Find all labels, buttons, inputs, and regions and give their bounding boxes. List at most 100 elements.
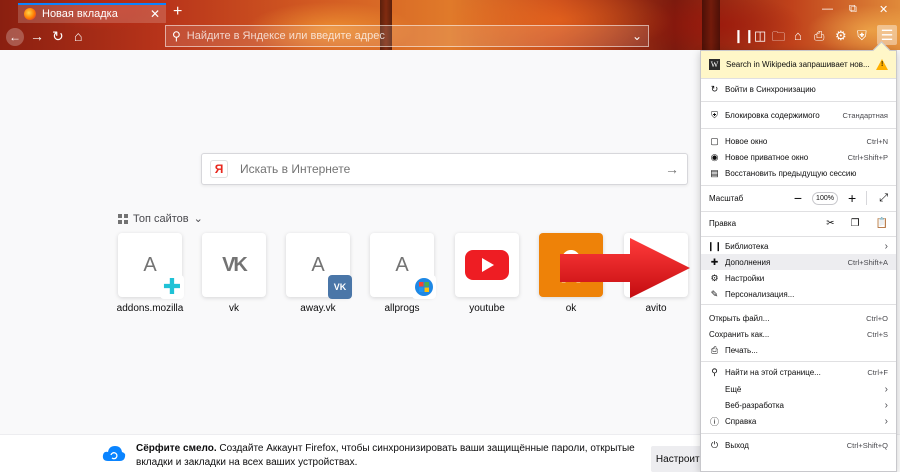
new-tab-button[interactable]: + — [173, 3, 182, 21]
menu-item-label: Библиотека — [725, 241, 769, 251]
gear-icon: ⚙ — [710, 272, 719, 283]
zoom-in-button[interactable]: + — [848, 190, 856, 206]
reload-icon[interactable]: ↻ — [52, 28, 64, 45]
tile-letter: VK — [222, 253, 248, 276]
home-icon[interactable]: ⌂ — [794, 28, 802, 43]
menu-item-content-blocking[interactable]: ⛨ Блокировка содержимого Стандартная — [701, 107, 896, 123]
chevron-right-icon: › — [884, 383, 888, 395]
divider — [701, 361, 896, 362]
menu-item-label: Правка — [709, 218, 737, 228]
yandex-logo-icon: Я — [210, 160, 228, 178]
url-input[interactable]: Найдите в Яндексе или введите адрес — [181, 30, 632, 42]
topsite-tile[interactable]: VK vk — [202, 233, 266, 314]
power-icon: ⏻ — [710, 439, 719, 450]
puzzle-icon: ✚ — [710, 256, 719, 267]
menu-item-find[interactable]: ⚲ Найти на этой странице... Ctrl+F — [701, 364, 896, 380]
menu-item-library[interactable]: ❙❙ Библиотека › — [701, 238, 896, 254]
menu-item-save-as[interactable]: Сохранить как... Ctrl+S — [701, 326, 896, 342]
zoom-out-button[interactable]: − — [794, 190, 802, 206]
menu-item-label: Найти на этой странице... — [725, 367, 821, 377]
tile-thumbnail[interactable]: A ✚ — [118, 233, 184, 299]
topsite-tile[interactable]: A ✚ addons.mozilla — [117, 233, 184, 314]
menu-item-label: Справка — [725, 416, 757, 426]
chevron-down-icon[interactable]: ⌄ — [632, 29, 642, 43]
menu-item-sync[interactable]: ↻ Войти в Синхронизацию — [701, 81, 896, 97]
chevron-down-icon: ⌄ — [193, 213, 203, 225]
menu-item-label: Персонализация... — [725, 289, 795, 299]
menu-item-addons[interactable]: ✚ Дополнения Ctrl+Shift+A — [701, 254, 896, 270]
menu-item-webdev[interactable]: Веб-разработка › — [701, 397, 896, 413]
menu-item-quit[interactable]: ⏻ Выход Ctrl+Shift+Q — [701, 437, 896, 453]
menu-item-help[interactable]: ⓘ Справка › — [701, 413, 896, 429]
tile-thumbnail[interactable] — [455, 233, 519, 297]
divider — [701, 211, 896, 212]
topsite-tile[interactable]: A VK away.vk — [286, 233, 352, 314]
forward-button[interactable]: → — [30, 28, 44, 44]
restore-button[interactable]: ⧉ — [849, 3, 857, 16]
arrow-right-icon[interactable]: → — [665, 161, 679, 177]
windows-orb-icon — [412, 275, 436, 299]
addon-notification-text: Search in Wikipedia запрашивает нов... — [726, 60, 870, 69]
fullscreen-icon[interactable]: ⤢ — [879, 192, 888, 205]
topsite-tile[interactable]: A allprogs — [370, 233, 436, 314]
menu-item-customize[interactable]: ✎ Персонализация... — [701, 286, 896, 302]
topsite-tile[interactable]: youtube — [455, 233, 519, 314]
menu-item-private-window[interactable]: ◉ Новое приватное окно Ctrl+Shift+P — [701, 149, 896, 165]
topsites-title: Топ сайтов — [133, 212, 189, 225]
web-search-box[interactable]: Я Искать в Интернете → — [201, 153, 688, 185]
search-icon: ⚲ — [172, 29, 181, 43]
mask-icon: ◉ — [710, 151, 719, 162]
tile-letter: A — [311, 253, 325, 276]
paste-icon[interactable]: 📋 — [876, 218, 888, 229]
vk-logo-icon[interactable]: VK — [202, 233, 266, 297]
new-window-icon: ▢ — [710, 135, 719, 146]
url-bar[interactable]: ⚲ Найдите в Яндексе или введите адрес ⌄ — [165, 25, 649, 47]
shield-icon[interactable]: ⛨ — [857, 28, 867, 44]
divider — [866, 191, 868, 205]
menu-item-print[interactable]: ⎙ Печать... — [701, 342, 896, 358]
search-icon: ⚲ — [711, 366, 718, 377]
shortcut: Ctrl+S — [866, 329, 888, 339]
menu-item-label: Веб-разработка — [725, 400, 784, 410]
menu-item-settings[interactable]: ⚙ Настройки — [701, 270, 896, 286]
close-tab-icon[interactable]: ✕ — [150, 7, 160, 21]
chevron-right-icon: › — [884, 240, 888, 252]
menu-item-new-window[interactable]: ▢ Новое окно Ctrl+N — [701, 133, 896, 149]
cut-icon[interactable]: ✂ — [826, 218, 834, 229]
shortcut: Ctrl+O — [866, 313, 888, 323]
divider — [701, 78, 896, 79]
menu-item-restore-session[interactable]: ▤ Восстановить предыдущую сессию — [701, 165, 896, 181]
divider — [701, 101, 896, 102]
tile-letter: A — [143, 253, 157, 276]
shortcut: Ctrl+Shift+P — [847, 152, 888, 162]
menu-item-label: Новое окно — [725, 136, 768, 146]
topsites-header[interactable]: Топ сайтов ⌄ — [118, 212, 203, 225]
app-menu-panel: W Search in Wikipedia запрашивает нов...… — [700, 50, 897, 472]
gear-icon[interactable]: ⚙ — [835, 28, 847, 44]
library-icon[interactable]: ❙❙ — [733, 28, 755, 44]
back-button[interactable]: ← — [6, 28, 24, 46]
folder-icon[interactable]: 🗀 — [772, 28, 785, 50]
shortcut: Ctrl+F — [867, 367, 888, 377]
puzzle-icon: ✚ — [160, 274, 184, 299]
firefox-icon — [24, 8, 36, 20]
tile-thumbnail[interactable]: A VK — [286, 233, 352, 299]
sync-promo-text: Сёрфите смело. Создайте Аккаунт Firefox,… — [136, 442, 641, 470]
tile-thumbnail[interactable]: A — [370, 233, 436, 299]
menu-item-label: Блокировка содержимого — [725, 110, 820, 120]
menu-item-open-file[interactable]: Открыть файл... Ctrl+O — [701, 310, 896, 326]
zoom-reset-button[interactable]: 100% — [812, 191, 838, 205]
menu-item-more[interactable]: Ещё › — [701, 381, 896, 397]
addon-notification[interactable]: W Search in Wikipedia запрашивает нов... — [701, 51, 896, 78]
copy-icon[interactable]: ❐ — [851, 218, 860, 229]
minimize-button[interactable]: — — [822, 3, 833, 15]
divider — [701, 433, 896, 434]
sidebar-icon[interactable]: ◫ — [754, 28, 766, 44]
home-icon[interactable]: ⌂ — [74, 28, 82, 44]
youtube-logo-icon — [465, 250, 509, 280]
close-window-button[interactable]: ✕ — [879, 3, 888, 16]
divider — [701, 128, 896, 129]
tab-new-tab[interactable]: Новая вкладка ✕ — [18, 3, 166, 23]
search-input[interactable]: Искать в Интернете — [228, 162, 665, 176]
print-icon[interactable]: ⎙ — [814, 28, 824, 44]
